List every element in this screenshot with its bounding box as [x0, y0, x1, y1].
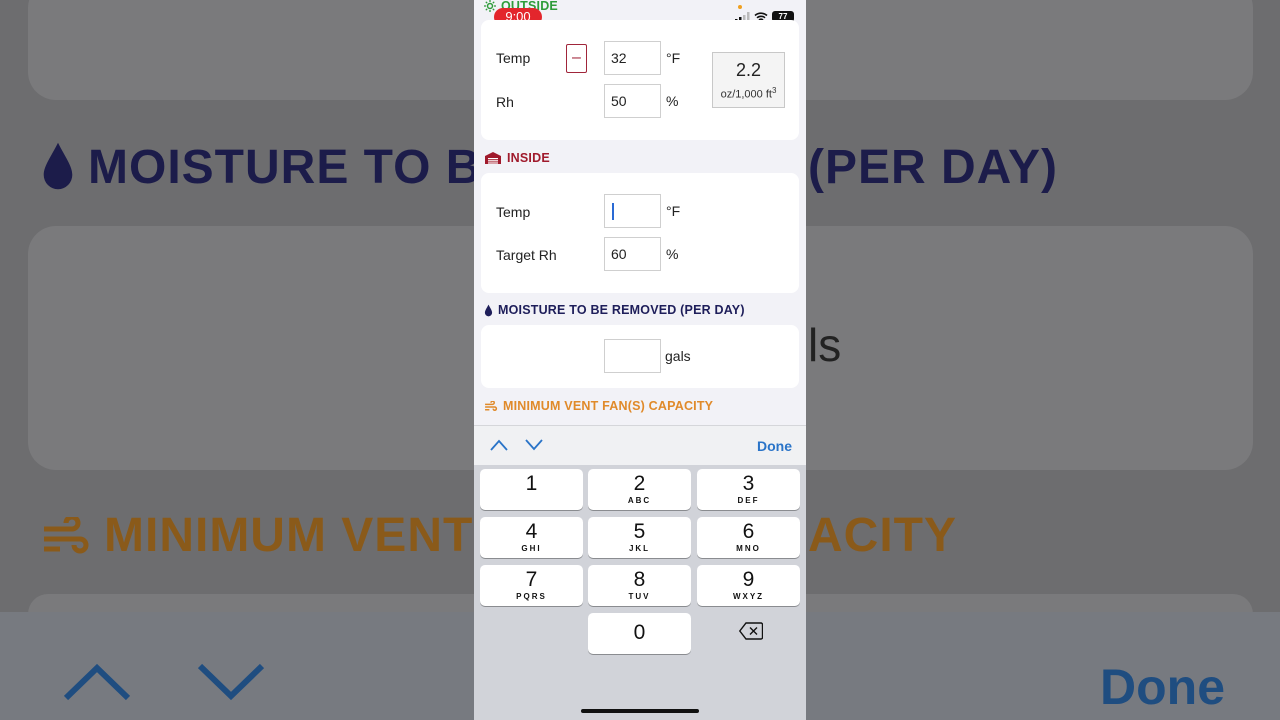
moisture-card: gals — [481, 325, 799, 388]
key-3-digit: 3 — [742, 472, 755, 495]
key-3-letters: DEF — [737, 496, 760, 505]
inside-rh-input[interactable]: 60 — [604, 237, 661, 271]
outside-temp-input[interactable]: 32 — [604, 41, 661, 75]
inside-section-title: INSIDE — [484, 151, 550, 165]
key-2-digit: 2 — [633, 472, 646, 495]
key-4[interactable]: 4 GHI — [480, 517, 583, 558]
outside-temp-label: Temp — [496, 50, 531, 66]
key-7[interactable]: 7 PQRS — [480, 565, 583, 606]
drop-icon — [43, 142, 73, 190]
outside-result-unit-sup: 3 — [771, 86, 777, 95]
outside-result-value: 2.2 — [735, 60, 762, 80]
key-6[interactable]: 6 MNO — [697, 517, 800, 558]
key-2-letters: ABC — [627, 496, 652, 505]
key-5-digit: 5 — [633, 520, 646, 543]
bg-vent-title-left: MINIMUM VENT — [40, 508, 473, 563]
chevron-up-icon[interactable] — [489, 438, 509, 452]
bg-vent-title-right: ACITY — [808, 509, 957, 562]
key-1-digit: 1 — [525, 472, 538, 495]
key-6-digit: 6 — [742, 520, 755, 543]
inside-temp-input[interactable] — [604, 194, 661, 228]
numeric-keypad: 1 2 ABC 3 DEF 4 GHI 5 JKL 6 MNO 7 PQRS 8 TUV 9W… — [474, 465, 806, 720]
wind-icon — [485, 400, 498, 411]
bg-gals-text: ls — [808, 319, 842, 371]
bg-moisture-text-left: MOISTURE TO B — [88, 141, 482, 194]
inside-rh-label: Target Rh — [496, 247, 557, 263]
key-9-digit: 9 — [742, 568, 755, 591]
key-6-letters: MNO — [736, 544, 761, 553]
status-bar: 9:00 77 — [474, 0, 806, 26]
key-0-digit: 0 — [633, 621, 646, 644]
outside-rh-label: Rh — [496, 94, 514, 110]
key-3[interactable]: 3 DEF — [697, 469, 800, 510]
outside-temp-unit: °F — [666, 50, 681, 66]
inside-rh-unit: % — [666, 246, 679, 262]
inside-temp-unit: °F — [666, 203, 681, 219]
key-1[interactable]: 1 — [480, 469, 583, 510]
backspace-icon[interactable] — [739, 622, 763, 640]
outside-moisture-result: 2.2 oz/1,000 ft3 — [712, 52, 785, 108]
vent-title-text: MINIMUM VENT FAN(S) CAPACITY — [503, 399, 714, 413]
key-4-digit: 4 — [525, 520, 538, 543]
key-8-digit: 8 — [633, 568, 646, 591]
key-5[interactable]: 5 JKL — [588, 517, 691, 558]
key-0[interactable]: 0 — [588, 613, 691, 654]
drop-icon — [484, 304, 493, 316]
key-7-letters: PQRS — [516, 592, 547, 601]
phone-screen: OUTSIDE 9:00 77 Temp – 32 °F Rh 50 % 2.2… — [474, 0, 806, 720]
home-indicator — [581, 709, 699, 713]
key-4-letters: GHI — [521, 544, 542, 553]
bg-moisture-title-right: (PER DAY) — [808, 141, 1058, 194]
key-8[interactable]: 8 TUV — [588, 565, 691, 606]
inside-temp-label: Temp — [496, 204, 531, 220]
outside-result-unit-text: oz/1,000 ft — [720, 88, 772, 101]
bg-vent-text-left: MINIMUM VENT — [104, 509, 474, 562]
key-7-digit: 7 — [525, 568, 538, 591]
wind-icon — [44, 514, 89, 554]
text-caret — [612, 203, 614, 220]
moisture-gals-unit: gals — [665, 348, 691, 364]
negative-toggle-button[interactable]: – — [566, 44, 587, 73]
keyboard-accessory-bar: Done — [474, 425, 806, 465]
chevron-down-icon[interactable] — [524, 438, 544, 452]
moisture-title-text: MOISTURE TO BE REMOVED (PER DAY) — [498, 303, 745, 317]
key-2[interactable]: 2 ABC — [588, 469, 691, 510]
inside-title-text: INSIDE — [507, 151, 550, 165]
inside-card: Temp °F Target Rh 60 % — [481, 173, 799, 293]
bg-moisture-title-left: MOISTURE TO B — [40, 140, 481, 195]
outside-rh-unit: % — [666, 93, 679, 109]
done-button[interactable]: Done — [757, 438, 792, 454]
key-9[interactable]: 9 WXYZ — [697, 565, 800, 606]
bg-chevron-up-icon — [63, 663, 131, 701]
outside-rh-input[interactable]: 50 — [604, 84, 661, 118]
bg-chevron-down-icon — [197, 663, 265, 701]
privacy-dot-icon — [738, 5, 742, 9]
moisture-section-title: MOISTURE TO BE REMOVED (PER DAY) — [484, 303, 745, 317]
bg-done-label: Done — [1100, 659, 1225, 715]
vent-section-title: MINIMUM VENT FAN(S) CAPACITY — [484, 399, 713, 413]
garage-icon — [485, 152, 501, 164]
moisture-gals-output — [604, 339, 661, 373]
key-8-letters: TUV — [628, 592, 651, 601]
key-5-letters: JKL — [628, 544, 651, 553]
key-9-letters: WXYZ — [732, 592, 765, 601]
outside-card: Temp – 32 °F Rh 50 % 2.2 oz/1,000 ft3 — [481, 20, 799, 140]
outside-result-unit: oz/1,000 ft3 — [713, 86, 784, 101]
